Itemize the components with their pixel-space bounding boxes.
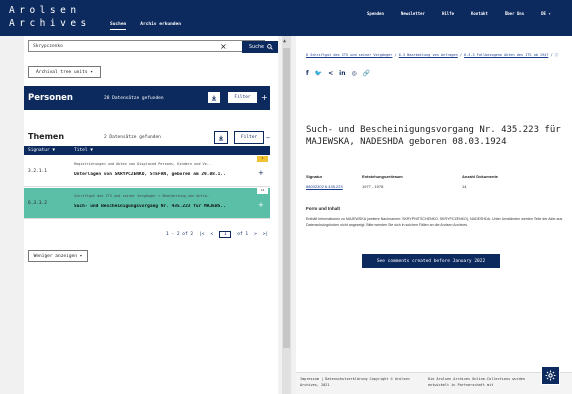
download-icon xyxy=(211,95,217,101)
meta-values: 88032302 6.435.223 1977 - 1978 14 xyxy=(306,184,522,189)
row-path: Schriftgut des ITS und seiner Vorgänger … xyxy=(74,194,211,198)
footer-partner-text: Die Arolsen Archives Online-Collections … xyxy=(428,377,525,387)
linkedin-icon[interactable]: in xyxy=(339,70,345,77)
gear-icon xyxy=(545,370,556,381)
chat-widget-button[interactable] xyxy=(541,366,560,385)
document-title: Such- und Bescheinigungsvorgang Nr. 435.… xyxy=(306,125,561,147)
search-icon xyxy=(267,44,273,50)
nav-spenden[interactable]: Spenden xyxy=(367,11,384,16)
archival-tree-units-button[interactable]: Archival tree units ▾ xyxy=(28,66,101,78)
form-description: Enthält Informationen zu MAJEWSKA (weite… xyxy=(306,217,563,227)
breadcrumb-item[interactable]: 6 Schriftgut des ITS und seiner Vorgänge… xyxy=(306,53,392,57)
meta-label-zeitraum: Entstehungszeitraum xyxy=(362,174,403,179)
last-page-icon[interactable]: >| xyxy=(263,232,268,237)
info-icon[interactable]: ⓘ xyxy=(555,53,559,57)
search-value: Skrypczenko xyxy=(33,44,63,49)
row-document-count-badge: 1 xyxy=(257,156,268,162)
logo-line-1: Arolsen xyxy=(9,5,81,16)
footer: Impressum | Datenschutzerklärung Copyrig… xyxy=(296,372,572,394)
nav-hilfe[interactable]: Hilfe xyxy=(442,11,454,16)
breadcrumb-item[interactable]: 6.3.3 Fallbezogene Akten des ITS ab 1947 xyxy=(464,53,548,57)
left-scrollbar[interactable]: ▲ xyxy=(282,36,291,394)
top-nav: Spenden Newsletter Hilfe Kontakt Über Un… xyxy=(367,11,551,16)
results-panel: Skrypczenko × Suche Archival tree units … xyxy=(24,36,278,394)
download-themen-button[interactable] xyxy=(214,131,228,144)
filter-personen-label: Filter xyxy=(234,95,251,100)
nav-newsletter[interactable]: Newsletter xyxy=(401,11,425,16)
row-path: Registrierungen und Akten von Displaced … xyxy=(74,162,211,166)
show-less-button[interactable]: Weniger anzeigen ▾ xyxy=(28,250,88,262)
row-signatur: 6.3.3.2 xyxy=(28,201,47,206)
meta-label-anzahl: Anzahl Dokumente xyxy=(462,174,499,179)
first-page-icon[interactable]: |< xyxy=(199,232,204,237)
pagination-range: 1 - 2 of 2 xyxy=(166,232,194,237)
breadcrumb: 6 Schriftgut des ITS und seiner Vorgänge… xyxy=(306,53,559,57)
row-title: Such- und Bescheinigungsvorgang Nr. 435.… xyxy=(74,204,226,209)
link-icon[interactable]: 🔗 xyxy=(363,70,370,77)
page-of-label: of 1 xyxy=(237,232,249,237)
table-row[interactable]: 3.2.1.1 Registrierungen und Akten von Di… xyxy=(24,156,270,187)
row-document-count-badge: 14 xyxy=(257,188,268,194)
share-bar: f 🐦 < in ◎ 🔗 xyxy=(306,70,370,77)
language-select[interactable]: DE ▾ xyxy=(541,11,551,16)
site-header: Arolsen Archives Suchen Archiv erkunden … xyxy=(0,0,572,36)
see-comments-button[interactable]: See comments created before January 2022 xyxy=(362,254,500,268)
filter-themen-button[interactable]: Filter xyxy=(234,131,264,144)
twitter-icon[interactable]: 🐦 xyxy=(315,70,322,77)
form-title: Form und Inhalt xyxy=(306,206,340,211)
search-input[interactable]: Skrypczenko × Suche xyxy=(28,40,278,53)
search-button[interactable]: Suche xyxy=(242,41,278,53)
row-title: Unterlagen von SKRYPCZENKO, STEFAN, gebo… xyxy=(74,172,226,177)
main-tabs: Suchen Archiv erkunden xyxy=(110,22,181,30)
nav-ueber-uns[interactable]: Über Uns xyxy=(505,11,524,16)
facebook-icon[interactable]: f xyxy=(306,70,309,77)
personen-title: Personen xyxy=(28,93,73,103)
scroll-thumb[interactable] xyxy=(283,48,290,348)
download-personen-button[interactable] xyxy=(207,91,221,104)
scroll-up-icon[interactable]: ▲ xyxy=(283,38,286,44)
column-signatur[interactable]: Signatur ▼ xyxy=(28,148,55,153)
personen-count: 28 Datensätze gefunden xyxy=(104,96,164,101)
meta-labels: Signatur Entstehungszeitraum Anzahl Doku… xyxy=(306,174,522,179)
meta-value-signatur[interactable]: 88032302 6.435.223 xyxy=(306,184,362,189)
themen-title: Themen xyxy=(28,132,65,141)
arolsen-logo[interactable]: Arolsen Archives xyxy=(9,4,91,30)
filter-personen-button[interactable]: Filter xyxy=(227,91,258,104)
nav-kontakt[interactable]: Kontakt xyxy=(471,11,488,16)
tab-archiv-erkunden[interactable]: Archiv erkunden xyxy=(140,22,181,30)
download-icon xyxy=(218,135,224,141)
share-icon[interactable]: < xyxy=(328,70,333,77)
logo-line-2: Archives xyxy=(9,18,91,29)
search-button-label: Suche xyxy=(248,44,265,50)
row-signatur: 3.2.1.1 xyxy=(28,169,47,174)
table-row[interactable]: 6.3.3.2 Schriftgut des ITS und seiner Vo… xyxy=(24,188,270,219)
themen-count: 2 Datensätze gefunden xyxy=(104,135,161,140)
meta-value-anzahl: 14 xyxy=(462,184,467,189)
themen-table-header: Signatur ▼ Titel ▼ xyxy=(24,146,270,155)
personen-section-bar[interactable]: Personen 28 Datensätze gefunden Filter + xyxy=(24,86,270,110)
pagination: 1 - 2 of 2 |< < 1 of 1 > >| xyxy=(166,231,268,238)
row-expand-icon[interactable]: + xyxy=(258,169,264,177)
breadcrumb-item[interactable]: 6.3 Bearbeitung von Anfragen xyxy=(399,53,458,57)
clear-search-button[interactable]: × xyxy=(220,42,227,51)
meta-label-signatur: Signatur xyxy=(306,174,323,179)
next-page-icon[interactable]: > xyxy=(254,232,257,237)
collapse-themen-icon[interactable]: – xyxy=(266,133,270,142)
detail-panel: 6 Schriftgut des ITS und seiner Vorgänge… xyxy=(296,36,572,394)
filter-themen-label: Filter xyxy=(240,135,258,140)
prev-page-icon[interactable]: < xyxy=(211,232,214,237)
whatsapp-icon[interactable]: ◎ xyxy=(351,70,356,77)
row-expand-icon[interactable]: + xyxy=(258,201,264,209)
meta-value-zeitraum: 1977 - 1978 xyxy=(362,184,384,189)
expand-personen-icon[interactable]: + xyxy=(261,93,268,102)
tab-suchen[interactable]: Suchen xyxy=(110,22,127,30)
column-titel[interactable]: Titel ▼ xyxy=(74,148,93,153)
footer-legal[interactable]: Impressum | Datenschutzerklärung Copyrig… xyxy=(300,376,410,388)
page-input[interactable]: 1 xyxy=(219,231,232,238)
